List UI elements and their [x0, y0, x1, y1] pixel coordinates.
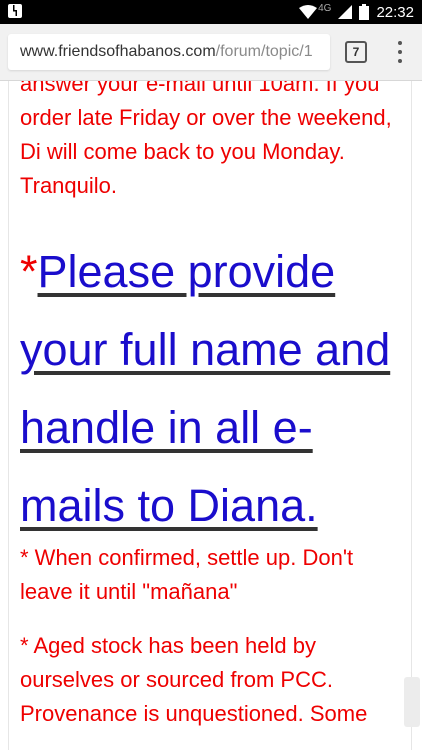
clock: 22:32	[376, 3, 414, 21]
instruction-heading: *Please provide your full name and handl…	[20, 233, 410, 545]
url-domain: www.friendsofhabanos.com	[20, 43, 216, 60]
notification-icon	[8, 4, 22, 18]
address-bar[interactable]: www.friendsofhabanos.com/forum/topic/1	[8, 34, 330, 70]
asterisk: *	[20, 246, 38, 297]
signal-icon	[338, 5, 353, 19]
battery-icon	[359, 4, 370, 20]
scrollbar-thumb[interactable]	[404, 677, 420, 727]
network-type: 4G	[318, 2, 332, 14]
browser-toolbar: www.friendsofhabanos.com/forum/topic/1 7	[0, 24, 422, 81]
page-content: answer your e-mail until 10am. If you or…	[0, 81, 422, 750]
paragraph-settle-up: * When confirmed, settle up. Don't leave…	[20, 545, 354, 604]
status-bar: 4G 22:32	[0, 0, 422, 24]
overflow-menu-icon[interactable]	[390, 38, 410, 66]
paragraph-aged-stock: * Aged stock has been held by ourselves …	[20, 633, 368, 726]
tab-switcher-button[interactable]: 7	[345, 41, 367, 63]
paragraph-order-timing: answer your e-mail until 10am. If you or…	[20, 81, 392, 198]
contact-instruction-link[interactable]: Please provide your full name and handle…	[20, 246, 390, 531]
wifi-icon	[299, 5, 318, 19]
url-path: /forum/topic/1	[215, 43, 313, 60]
